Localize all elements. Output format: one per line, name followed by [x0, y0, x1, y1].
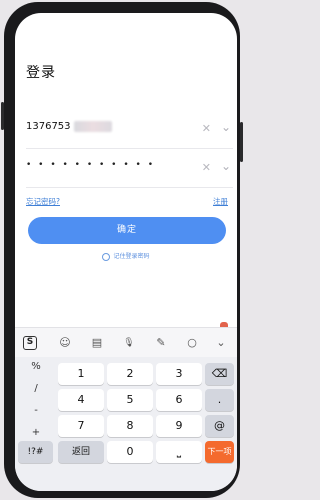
handwriting-icon[interactable]: ✎ — [154, 336, 168, 350]
sogou-logo-icon[interactable]: S — [23, 336, 37, 350]
power-button — [240, 122, 243, 162]
remember-password-toggle[interactable]: 记住登录密码 — [15, 251, 237, 261]
key-dot[interactable]: . — [205, 389, 234, 411]
phone-redacted — [74, 121, 112, 132]
volume-button — [1, 102, 4, 130]
key-0[interactable]: 0 — [107, 441, 153, 463]
backspace-key[interactable]: ⌫ — [205, 363, 234, 385]
confirm-button[interactable]: 确定 — [28, 217, 226, 244]
space-key[interactable]: ⎵ — [156, 441, 202, 463]
password-field[interactable]: • • • • • • • • • • • ✕ ⌄ — [26, 150, 233, 188]
register-link[interactable]: 注册 — [213, 196, 228, 207]
chevron-down-icon[interactable]: ⌄ — [221, 120, 231, 134]
page-title: 登录 — [26, 65, 56, 81]
search-icon[interactable]: ○ — [185, 336, 199, 350]
key-slash[interactable]: / — [18, 383, 54, 394]
key-6[interactable]: 6 — [156, 389, 202, 411]
password-mask: • • • • • • • • • • • — [26, 160, 156, 170]
screen: 登录 1376753 ✕ ⌄ • • • • • • • • • • • ✕ ⌄… — [15, 13, 237, 491]
emoji-icon[interactable]: ☺ — [58, 336, 72, 350]
key-5[interactable]: 5 — [107, 389, 153, 411]
key-percent[interactable]: % — [18, 361, 54, 372]
remember-label: 记住登录密码 — [113, 253, 150, 260]
symbol-column: % / - + — [18, 359, 54, 454]
key-at[interactable]: @ — [205, 415, 234, 437]
phone-field[interactable]: 1376753 ✕ ⌄ — [26, 111, 233, 149]
key-plus[interactable]: + — [18, 427, 54, 438]
key-4[interactable]: 4 — [58, 389, 104, 411]
collapse-keyboard-icon[interactable]: ⌄ — [214, 336, 228, 350]
next-key[interactable]: 下一项 — [205, 441, 234, 463]
key-1[interactable]: 1 — [58, 363, 104, 385]
numeric-keyboard: S ☺ ▤ 🎙 ✎ ○ ⌄ % / - + 1 2 3 ⌫ 4 5 6 . 7 … — [15, 322, 237, 491]
clear-icon[interactable]: ✕ — [202, 161, 211, 174]
key-minus[interactable]: - — [18, 405, 54, 416]
key-3[interactable]: 3 — [156, 363, 202, 385]
forgot-password-link[interactable]: 忘记密码? — [26, 196, 60, 207]
checkbox-icon[interactable] — [102, 252, 111, 261]
phone-value: 1376753 — [26, 121, 71, 132]
phone-frame: 登录 1376753 ✕ ⌄ • • • • • • • • • • • ✕ ⌄… — [1, 2, 243, 498]
key-9[interactable]: 9 — [156, 415, 202, 437]
key-2[interactable]: 2 — [107, 363, 153, 385]
symbols-key[interactable]: !?# — [18, 441, 53, 463]
eye-closed-icon[interactable]: ⌄ — [221, 159, 231, 173]
key-8[interactable]: 8 — [107, 415, 153, 437]
back-key[interactable]: 返回 — [58, 441, 104, 463]
clipboard-icon[interactable]: ▤ — [90, 336, 104, 350]
clear-icon[interactable]: ✕ — [202, 122, 211, 135]
microphone-icon[interactable]: 🎙 — [122, 336, 136, 350]
keyboard-toolbar: S ☺ ▤ 🎙 ✎ ○ ⌄ — [15, 327, 237, 357]
key-7[interactable]: 7 — [58, 415, 104, 437]
